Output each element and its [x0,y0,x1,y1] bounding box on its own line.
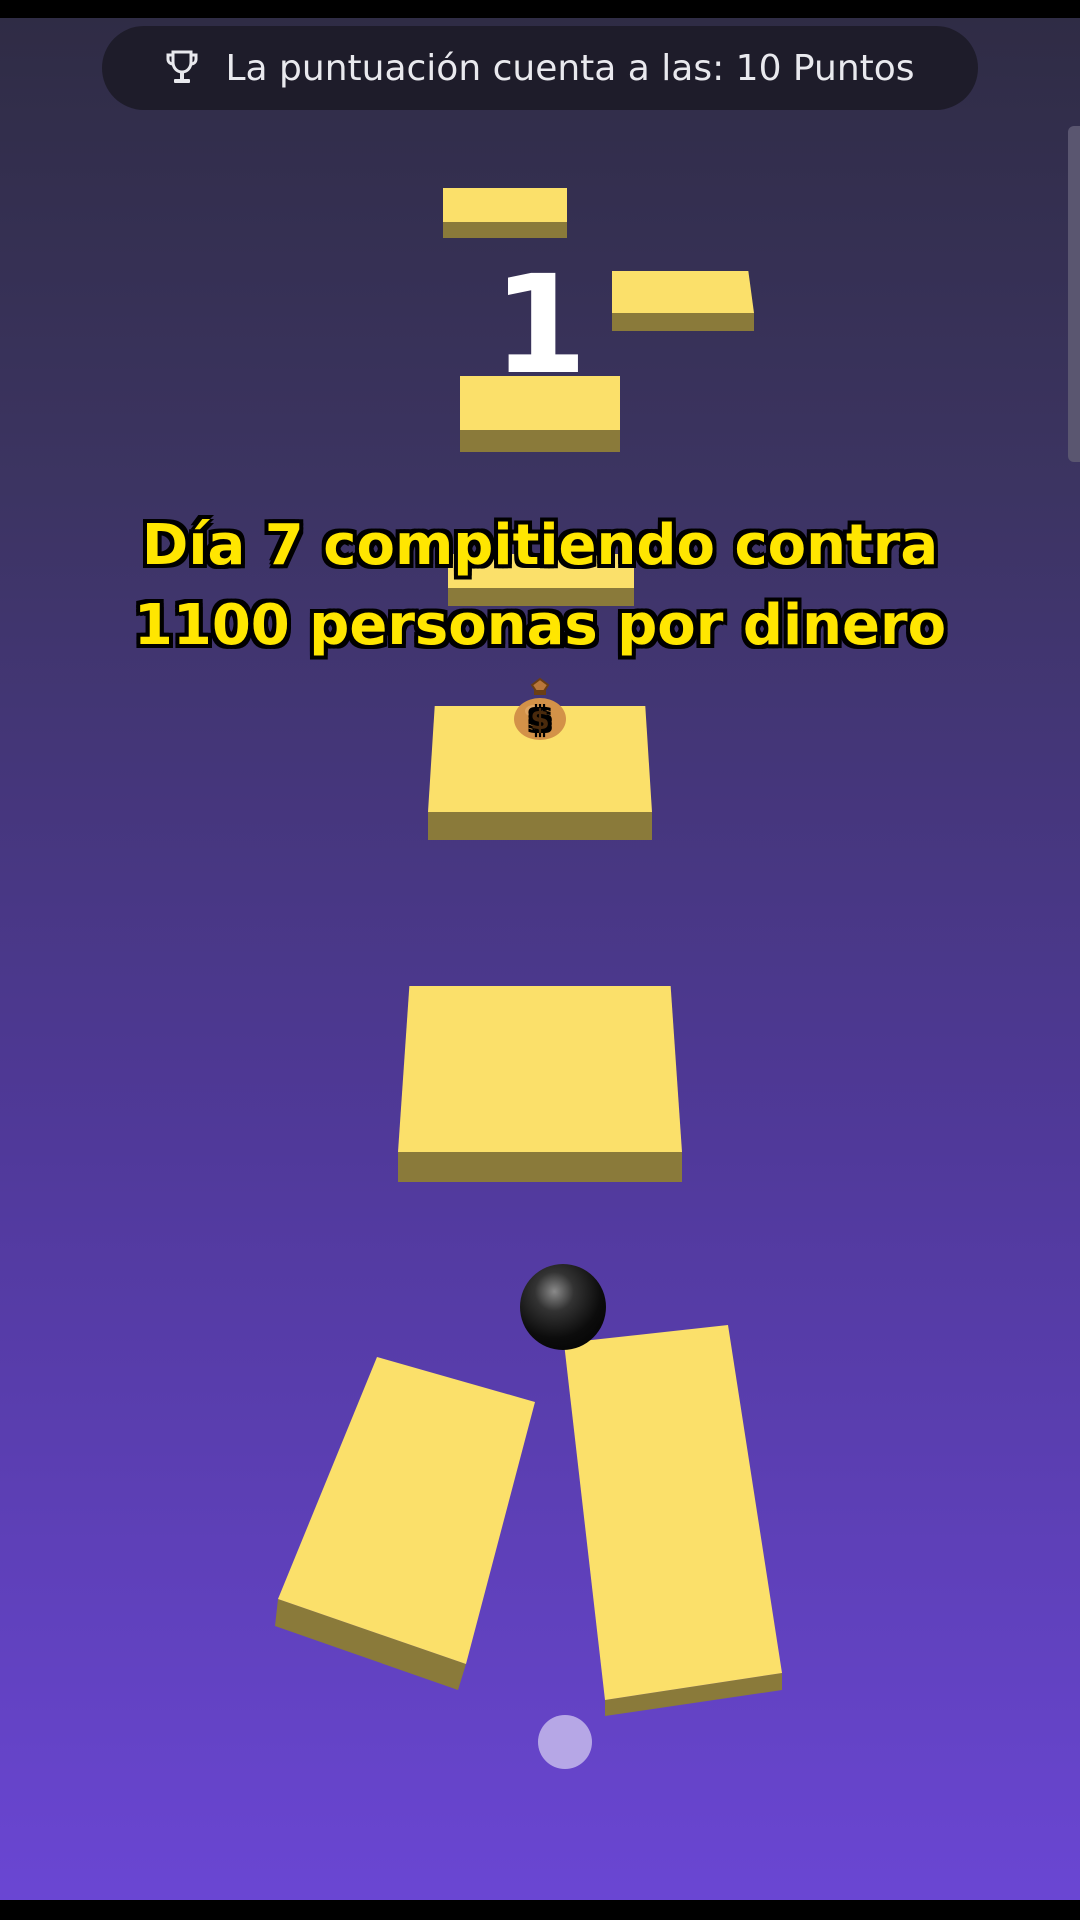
navigation-bar-strip [0,1900,1080,1920]
falling-tile-right [564,1325,782,1700]
money-bag-icon: $ [514,677,566,740]
trophy-icon [166,50,198,83]
scrollbar[interactable] [1068,126,1080,462]
touch-indicator [538,1715,592,1769]
player-ball [520,1264,606,1350]
caption-line-2: 1100 personas por dinero [133,593,947,658]
caption-line-1: Día 7 compitiendo contra [141,513,939,578]
svg-text:$: $ [530,703,549,736]
status-bar-strip [0,0,1080,18]
score-counter: 1 [492,247,588,405]
score-rule-text: La puntuación cuenta a las: 10 Puntos [225,47,915,89]
video-caption: Día 7 compitiendo contra 1100 personas p… [60,506,1020,746]
score-rule-banner: La puntuación cuenta a las: 10 Puntos [102,26,978,110]
game-canvas[interactable]: 1 Día 7 compitiendo contra 1100 personas… [0,18,1080,1900]
